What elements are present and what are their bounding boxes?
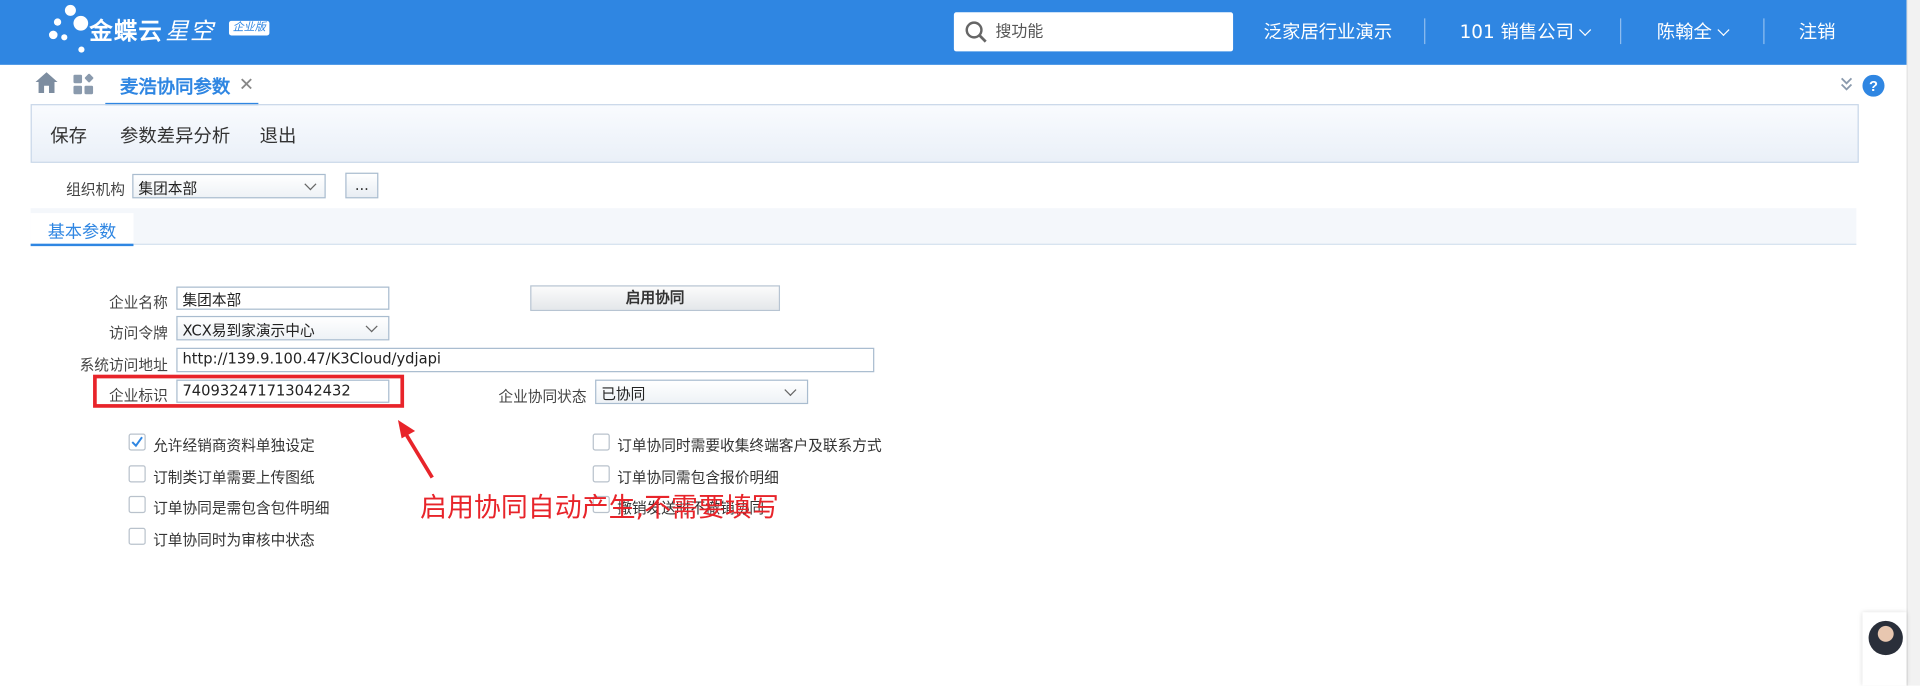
company-name-label: 企业名称 bbox=[108, 293, 168, 312]
close-icon[interactable]: ✕ bbox=[239, 73, 254, 95]
org-label: 组织机构 bbox=[66, 181, 125, 199]
option-label: 订单协同需包含报价明细 bbox=[617, 468, 779, 487]
company-name-field[interactable]: 集团本部 bbox=[176, 286, 390, 310]
user-menu[interactable]: 陈翰全 bbox=[1656, 18, 1730, 44]
org-name: 101 销售公司 bbox=[1459, 20, 1574, 43]
chevron-down-icon bbox=[304, 178, 317, 191]
option-label: 订单协同是需包含包件明细 bbox=[153, 499, 330, 517]
divider bbox=[1620, 18, 1622, 45]
save-button[interactable]: 保存 bbox=[50, 122, 87, 148]
edition-badge: 企业版 bbox=[228, 20, 270, 36]
exit-button[interactable]: 退出 bbox=[260, 122, 297, 148]
toolbar bbox=[30, 104, 1859, 163]
token-label: 访问令牌 bbox=[108, 324, 168, 342]
logo-icon bbox=[48, 4, 89, 56]
double-chevron-down-icon[interactable] bbox=[1840, 77, 1853, 92]
divider bbox=[1763, 18, 1765, 45]
annotation-arrow-icon bbox=[397, 420, 434, 479]
search-input[interactable] bbox=[995, 20, 1216, 43]
search-icon bbox=[965, 21, 987, 43]
function-search[interactable] bbox=[953, 12, 1234, 52]
svg-text:?: ? bbox=[1869, 79, 1878, 95]
tab-label[interactable]: 麦浩协同参数 bbox=[120, 73, 230, 99]
org-select-value: 集团本部 bbox=[138, 180, 198, 198]
highlight-box bbox=[93, 374, 405, 408]
chevron-down-icon bbox=[365, 320, 378, 333]
option-label: 订单协同时需要收集终端客户及联系方式 bbox=[617, 437, 882, 455]
token-select[interactable]: XCX易到家演示中心 bbox=[176, 315, 390, 341]
checkbox-collect-end-customer[interactable] bbox=[592, 433, 610, 451]
apps-grid-icon[interactable] bbox=[72, 73, 94, 95]
org-select[interactable]: 集团本部 bbox=[132, 173, 326, 199]
option-label: 允许经销商资料单独设定 bbox=[153, 437, 315, 455]
org-switcher[interactable]: 101 销售公司 bbox=[1459, 18, 1592, 44]
status-value: 已协同 bbox=[601, 385, 646, 403]
datacenter-name[interactable]: 泛家居行业演示 bbox=[1264, 18, 1393, 44]
tab-strip bbox=[0, 64, 1907, 105]
annotation-text: 启用协同自动产生,不需要填写 bbox=[420, 493, 779, 525]
checkbox-custom-order-drawing[interactable] bbox=[128, 465, 146, 483]
chevron-down-icon bbox=[1579, 23, 1592, 37]
chevron-down-icon bbox=[784, 383, 797, 397]
check-icon bbox=[131, 436, 143, 448]
tab-basic-params-label[interactable]: 基本参数 bbox=[48, 219, 117, 243]
user-name: 陈翰全 bbox=[1656, 20, 1712, 43]
divider bbox=[1424, 18, 1426, 45]
logout-link[interactable]: 注销 bbox=[1799, 18, 1836, 44]
checkbox-audit-state[interactable] bbox=[128, 527, 146, 545]
status-label: 企业协同状态 bbox=[498, 388, 587, 406]
vertical-scrollbar[interactable] bbox=[1906, 0, 1920, 686]
org-lookup-button[interactable]: ... bbox=[345, 172, 379, 199]
url-label: 系统访问地址 bbox=[79, 356, 168, 374]
option-label: 订单协同时为审核中状态 bbox=[153, 531, 315, 549]
checkbox-dealer-independent[interactable] bbox=[128, 433, 146, 451]
token-value: XCX易到家演示中心 bbox=[182, 322, 315, 340]
help-icon[interactable]: ? bbox=[1862, 74, 1885, 97]
home-icon[interactable] bbox=[34, 71, 58, 94]
option-label: 订制类订单需要上传图纸 bbox=[153, 468, 315, 487]
param-diff-button[interactable]: 参数差异分析 bbox=[120, 122, 230, 148]
checkbox-include-package-detail[interactable] bbox=[128, 495, 146, 514]
enable-synergy-button[interactable]: 启用协同 bbox=[530, 285, 781, 312]
brand-name: 金蝶云 星空 bbox=[89, 18, 215, 46]
section-tabbar bbox=[30, 208, 1857, 245]
status-select[interactable]: 已协同 bbox=[595, 379, 809, 405]
checkbox-include-quote-detail[interactable] bbox=[592, 465, 610, 483]
avatar[interactable] bbox=[1868, 620, 1903, 656]
chevron-down-icon bbox=[1717, 23, 1730, 37]
url-field[interactable]: http://139.9.100.47/K3Cloud/ydjapi bbox=[176, 347, 875, 373]
